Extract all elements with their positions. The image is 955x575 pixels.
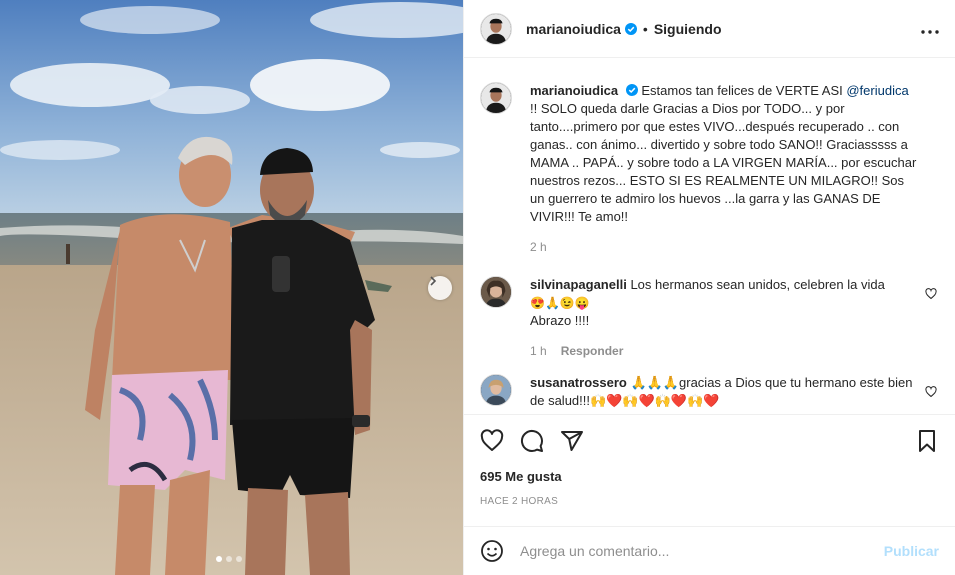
comment-item: susanatrossero 🙏🙏🙏gracias a Dios que tu … xyxy=(480,374,939,410)
header-separator: • xyxy=(642,20,648,37)
comment-time[interactable]: 1 h xyxy=(530,344,547,358)
emoji-icon[interactable] xyxy=(480,539,504,563)
mention-link[interactable]: @feriudica xyxy=(846,83,908,98)
avatar[interactable] xyxy=(480,82,512,114)
more-options-button[interactable] xyxy=(921,18,939,39)
more-icon xyxy=(921,30,939,34)
reply-button[interactable]: Responder xyxy=(561,344,624,358)
post-side-panel: marianoiudica • Siguiendo marianoiudica … xyxy=(463,0,955,575)
publish-button[interactable]: Publicar xyxy=(884,543,939,559)
likes-count[interactable]: 695 Me gusta xyxy=(480,469,939,484)
heart-icon[interactable] xyxy=(480,429,504,453)
comment-body-line3: Abrazo !!!! xyxy=(530,313,590,328)
chevron-right-icon xyxy=(430,276,437,286)
bookmark-icon[interactable] xyxy=(915,429,939,453)
comment-username[interactable]: susanatrossero xyxy=(530,375,627,390)
caption-body-part2: !! SOLO queda darle Gracias a Dios por T… xyxy=(530,101,917,224)
pagination-dot xyxy=(236,556,242,562)
following-button[interactable]: Siguiendo xyxy=(654,21,722,37)
comments-section: marianoiudica Estamos tan felices de VER… xyxy=(464,58,955,414)
comment-icon[interactable] xyxy=(520,429,544,453)
avatar-image xyxy=(481,375,511,405)
post-timestamp[interactable]: HACE 2 HORAS xyxy=(480,496,939,507)
avatar[interactable] xyxy=(480,374,512,406)
caption-time[interactable]: 2 h xyxy=(530,240,547,254)
comment-text: susanatrossero 🙏🙏🙏gracias a Dios que tu … xyxy=(530,374,939,410)
caption-body-part1: Estamos tan felices de VERTE ASI xyxy=(641,83,847,98)
avatar-image xyxy=(481,13,511,44)
post-actions: 695 Me gusta HACE 2 HORAS xyxy=(464,414,955,526)
comment-input[interactable] xyxy=(520,543,884,559)
avatar-image xyxy=(481,277,511,307)
like-comment-heart-icon[interactable] xyxy=(925,386,937,398)
pagination-dot xyxy=(226,556,232,562)
caption-meta: 2 h xyxy=(530,240,939,254)
comment-emojis: 😍🙏😉😛 xyxy=(530,296,590,310)
avatar[interactable] xyxy=(480,12,512,45)
post-header: marianoiudica • Siguiendo xyxy=(464,0,955,58)
caption-username[interactable]: marianoiudica xyxy=(530,83,618,98)
comment-meta: 1 h Responder xyxy=(530,344,939,358)
action-icons xyxy=(480,415,939,467)
like-comment-heart-icon[interactable] xyxy=(925,288,937,300)
comment-text: silvinapaganelli Los hermanos sean unido… xyxy=(530,276,939,330)
comment-username[interactable]: silvinapaganelli xyxy=(530,277,627,292)
avatar[interactable] xyxy=(480,276,512,308)
add-comment-bar: Publicar xyxy=(464,526,955,575)
next-photo-button[interactable] xyxy=(428,276,452,300)
beach-photo-image xyxy=(0,0,463,575)
post-photo xyxy=(0,0,463,575)
comment-item: silvinapaganelli Los hermanos sean unido… xyxy=(480,276,939,358)
caption-text: marianoiudica Estamos tan felices de VER… xyxy=(530,82,939,226)
avatar-image xyxy=(481,83,511,113)
verified-icon xyxy=(624,22,637,35)
photo-pagination xyxy=(216,556,242,562)
comment-body: Los hermanos sean unidos, celebren la vi… xyxy=(630,277,885,292)
pagination-dot-active xyxy=(216,556,222,562)
verified-icon xyxy=(625,84,638,96)
caption: marianoiudica Estamos tan felices de VER… xyxy=(480,82,939,254)
header-username[interactable]: marianoiudica xyxy=(526,21,621,37)
share-icon[interactable] xyxy=(560,429,584,453)
